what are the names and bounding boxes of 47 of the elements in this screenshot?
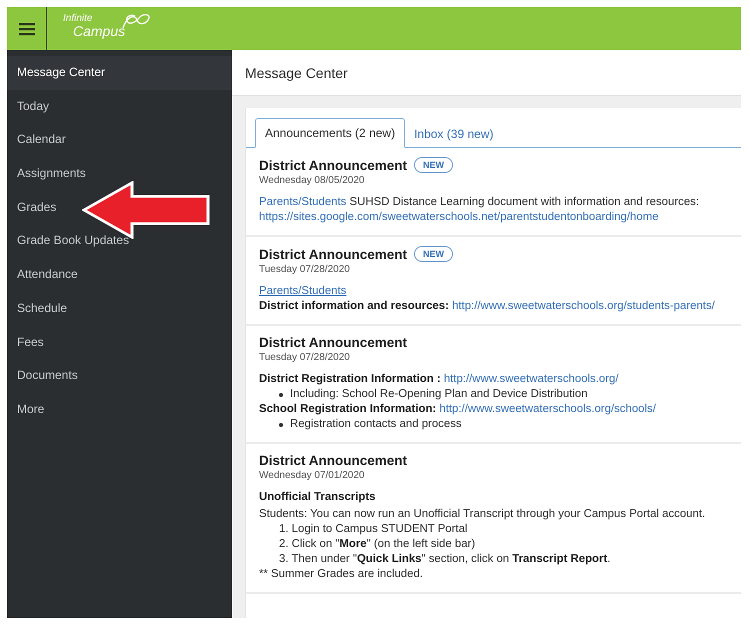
section-heading: Unofficial Transcripts xyxy=(259,490,376,505)
announcement-title: District Announcement xyxy=(259,453,408,468)
tab[interactable]: Announcements (2 new) xyxy=(255,118,406,148)
announcement-date: Tuesday 07/28/2020 xyxy=(259,352,351,363)
sidebar-item[interactable]: Today xyxy=(7,90,54,124)
list-item: Registration contacts and process xyxy=(290,417,462,432)
menu-icon xyxy=(18,22,34,36)
sidebar-item[interactable]: Calendar xyxy=(7,123,70,158)
message-text: District information and resources: http://www.sweetwaterschools.org/students-parents/ xyxy=(259,299,716,314)
tab[interactable]: Inbox (39 new) xyxy=(405,120,502,148)
logo-text: Infinite xyxy=(63,14,94,24)
announcement-title: District Announcement xyxy=(259,246,408,262)
message-text: Parents/Students SUHSD Distance Learning document with information and resources: https://sites.google.com/sweetwaterschools.net/parentstudentonboarding/home xyxy=(259,195,700,225)
link[interactable]: https://sites.google.com/sweetwaterschools.net/parentstudentonboarding/home xyxy=(259,211,659,223)
announcement-date: Tuesday 07/28/2020 xyxy=(259,264,351,275)
link[interactable]: http://www.sweetwaterschools.org/schools/ xyxy=(439,403,656,415)
list-item: 2. Click on "More" (on the left side bar) xyxy=(279,537,476,552)
announcement-date: Wednesday 08/05/2020 xyxy=(259,175,366,186)
page-title: Message Center xyxy=(245,64,348,80)
message-text: Students: You can now run an Unofficial Transcript through your Campus Portal account. xyxy=(259,507,706,522)
sidebar-item[interactable]: Grades xyxy=(7,190,60,224)
announcement-title: District Announcement xyxy=(259,158,408,172)
list-item: 1. Login to Campus STUDENT Portal xyxy=(279,522,468,537)
new-badge: NEW xyxy=(414,246,454,262)
sidebar-item[interactable]: Message Center xyxy=(7,56,232,90)
logo-text: Campus xyxy=(73,24,126,38)
sidebar-item[interactable]: Schedule xyxy=(7,292,72,326)
link[interactable]: http://www.sweetwaterschools.org/students-parents/ xyxy=(452,300,715,312)
bullet-icon xyxy=(279,392,283,396)
new-badge: NEW xyxy=(414,157,454,173)
message-text: District Registration Information : http://www.sweetwaterschools.org/ xyxy=(259,372,620,387)
link[interactable]: Parents/Students xyxy=(259,196,346,208)
message-text: School Registration Information: http://www.sweetwaterschools.org/schools/ xyxy=(259,402,657,417)
announcement-title: District Announcement xyxy=(259,335,408,350)
sidebar-item[interactable]: Documents xyxy=(7,359,82,393)
link[interactable]: http://www.sweetwaterschools.org/ xyxy=(444,373,619,385)
bullet-icon xyxy=(279,422,283,426)
sidebar-item[interactable]: More xyxy=(7,392,48,427)
link[interactable]: Parents/Students xyxy=(259,285,346,297)
message-text: ** Summer Grades are included. xyxy=(259,567,424,582)
list-item: 3. Then under "Quick Links" section, click on Transcript Report. xyxy=(279,552,612,567)
sidebar-item[interactable]: Attendance xyxy=(7,258,82,292)
sidebar-item[interactable]: Fees xyxy=(7,326,48,360)
sidebar-item[interactable]: Grade Book Updates xyxy=(7,224,134,258)
sidebar-item[interactable]: Assignments xyxy=(7,157,90,191)
list-item: Including: School Re-Opening Plan and Device Distribution xyxy=(290,387,588,402)
announcement-date: Wednesday 07/01/2020 xyxy=(259,470,366,481)
